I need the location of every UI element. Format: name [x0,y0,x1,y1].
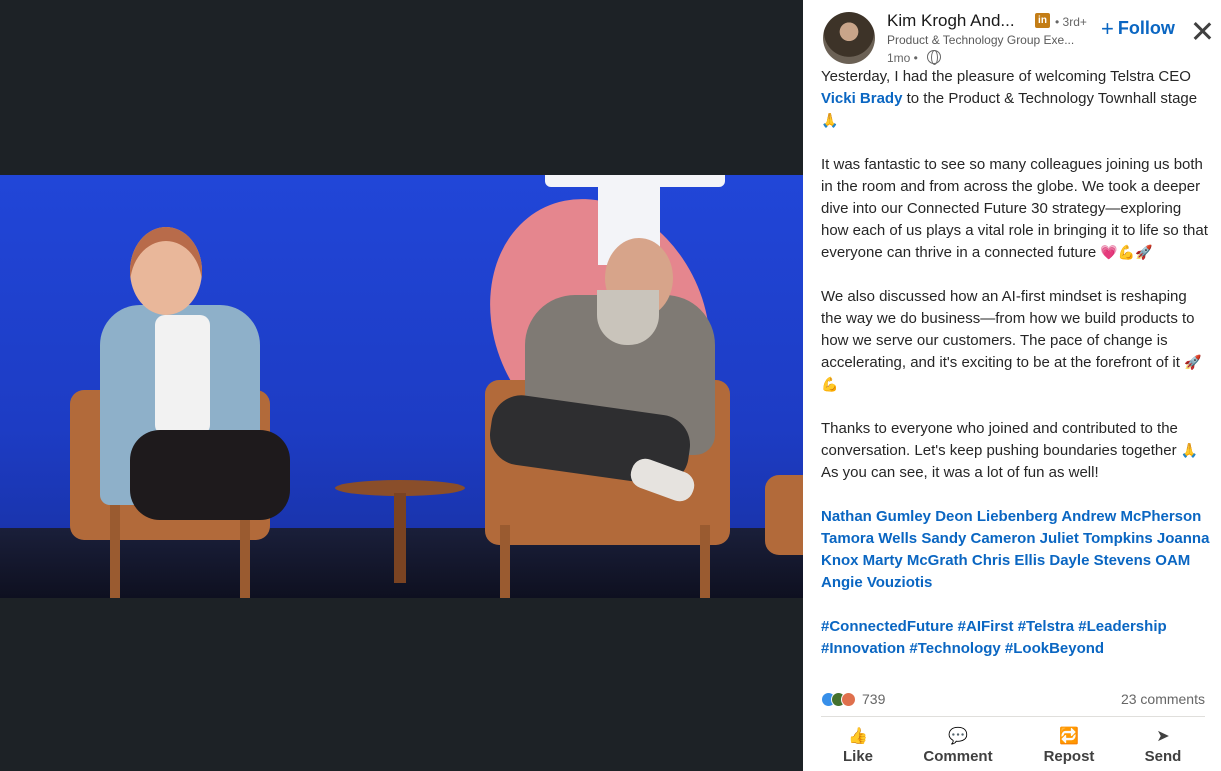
right-chair-leg [500,525,510,598]
post-paragraph: We also discussed how an AI-first mindse… [821,286,1211,396]
comments-count[interactable]: 23 comments [1121,691,1205,707]
love-reaction-icon [841,692,856,707]
hashtags[interactable]: #ConnectedFuture #AIFirst #Telstra #Lead… [821,616,1211,660]
social-counts: 739 23 comments [821,690,1205,712]
post-header: Kim Krogh And... in • 3rd+ Product & Tec… [803,0,1221,70]
comment-button[interactable]: 💬 Comment [908,722,1008,771]
media-viewer [0,0,803,771]
follow-label: Follow [1117,18,1175,38]
like-button[interactable]: 👍 Like [808,722,908,771]
avatar[interactable] [823,12,875,64]
send-label: Send [1144,748,1182,765]
post-text: We also discussed how an AI-first mindse… [821,288,1195,371]
like-label: Like [842,748,873,765]
post-paragraph: Thanks to everyone who joined and contri… [821,418,1211,484]
close-icon[interactable] [1191,20,1213,42]
edge-chair [765,475,803,555]
post-text: As you can see, it was a lot of fun as w… [821,464,1099,481]
action-bar: 👍 Like 💬 Comment 🔁 Repost ➤ Send [803,722,1221,771]
woman-legs [130,430,290,520]
globe-icon [927,50,941,65]
post-text: Yesterday, I had the pleasure of welcomi… [821,68,1191,85]
follow-button[interactable]: + Follow [1101,16,1175,42]
repost-label: Repost [1043,748,1095,765]
comment-label: Comment [923,748,993,765]
post-time: 1mo • [887,51,918,65]
repost-button[interactable]: 🔁 Repost [1019,722,1119,771]
left-chair-leg [110,505,120,598]
woman-head [130,227,202,315]
heart-muscle-rocket-emoji-icon: 💗💪🚀 [1100,245,1153,261]
send-button[interactable]: ➤ Send [1113,722,1213,771]
post-text: Thanks to everyone who joined and contri… [821,420,1181,459]
post-body: Yesterday, I had the pleasure of welcomi… [821,66,1211,660]
post-panel: Kim Krogh And... in • 3rd+ Product & Tec… [803,0,1221,771]
post-photo[interactable] [0,175,803,598]
post-paragraph: Yesterday, I had the pleasure of welcomi… [821,66,1211,132]
post-paragraph: It was fantastic to see so many colleagu… [821,154,1211,264]
stage-logo-bar [545,175,725,187]
mention-link[interactable]: Vicki Brady [821,90,902,107]
author-name[interactable]: Kim Krogh And... [887,11,1015,31]
right-chair-leg [700,525,710,598]
comment-icon: 💬 [948,726,968,745]
tagged-people[interactable]: Nathan Gumley Deon Liebenberg Andrew McP… [821,506,1211,594]
pray-emoji-icon: 🙏 [1180,443,1199,459]
author-headline: Product & Technology Group Exe... [887,33,1075,47]
connection-degree: • 3rd+ [1055,15,1087,29]
reaction-count[interactable]: 739 [862,691,885,707]
pray-emoji-icon: 🙏 [821,113,839,129]
side-table-stem [394,493,406,583]
woman-top [155,315,210,435]
linkedin-badge-icon: in [1035,13,1050,28]
thumbs-up-icon: 👍 [848,726,868,745]
plus-icon: + [1101,16,1114,41]
repost-icon: 🔁 [1059,726,1079,745]
send-icon: ➤ [1156,726,1170,745]
post-text: to the Product & Technology Townhall sta… [902,90,1198,107]
divider [821,716,1205,717]
